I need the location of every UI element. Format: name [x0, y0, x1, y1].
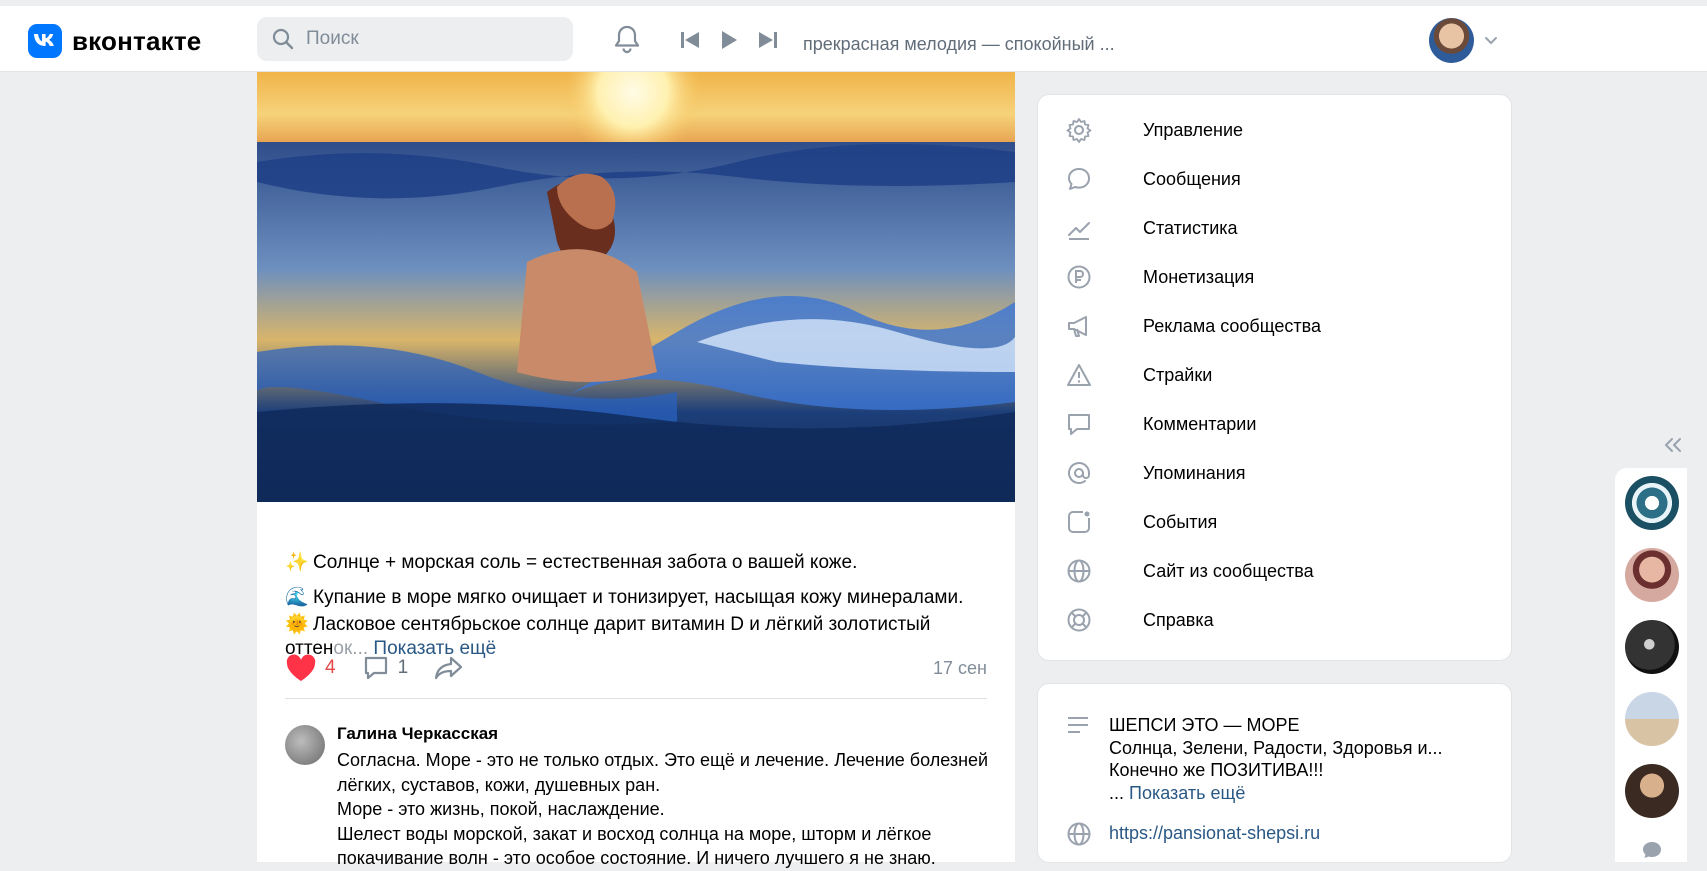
chat-avatar[interactable] — [1625, 692, 1679, 746]
post-text: Купание в море мягко очищает и тонизируе… — [313, 587, 964, 608]
menu-item-site[interactable]: Сайт из сообщества — [1066, 551, 1314, 591]
description-line: Конечно же ПОЗИТИВА!!! — [1109, 760, 1324, 780]
help-icon — [1067, 608, 1091, 632]
menu-label: Управление — [1143, 119, 1244, 140]
description-ellipsis: ... — [1109, 782, 1130, 803]
chat-avatar[interactable] — [1625, 764, 1679, 818]
comment-text: Согласна. Море - это не только отдых. Эт… — [337, 748, 997, 871]
menu-item-management[interactable]: Управление — [1066, 110, 1243, 150]
show-more-link[interactable]: Показать ещё — [1129, 783, 1245, 803]
bell-icon[interactable] — [613, 24, 641, 59]
menu-item-strikes[interactable]: Страйки — [1066, 355, 1212, 395]
menu-label: Справка — [1143, 609, 1214, 630]
next-track-icon[interactable] — [758, 31, 778, 49]
comment-line: Шелест воды морской, закат и восход солн… — [337, 823, 932, 844]
description-line: Солнца, Зелени, Радости, Здоровья и... — [1109, 737, 1443, 758]
menu-label: События — [1143, 511, 1218, 532]
menu-item-help[interactable]: Справка — [1066, 600, 1214, 640]
menu-label: Сообщения — [1143, 168, 1241, 189]
post-text-line: ✨ Солнце + морская соль = естественная за… — [285, 550, 857, 574]
track-title[interactable]: прекрасная мелодия — спокойный ... — [803, 34, 1115, 55]
menu-label: Статистика — [1143, 217, 1238, 238]
post-text-line: 🌞 Ласковое сентябрьское солнце дарит вита… — [285, 612, 930, 636]
menu-item-mentions[interactable]: Упоминания — [1066, 453, 1246, 493]
megaphone-icon — [1068, 316, 1087, 337]
menu-label: Реклама сообщества — [1143, 315, 1321, 336]
heart-icon — [286, 654, 316, 681]
community-website-link[interactable]: https://pansionat-shepsi.ru — [1109, 823, 1320, 844]
chevron-down-icon[interactable] — [1484, 36, 1498, 46]
warning-icon — [1067, 364, 1091, 386]
menu-item-events[interactable]: События — [1066, 502, 1217, 542]
comment-icon — [364, 656, 387, 680]
ruble-icon — [1067, 265, 1091, 289]
menu-item-statistics[interactable]: Статистика — [1066, 208, 1238, 248]
community-description: ШЕПСИ ЭТО — МОРЕ Солнца, Зелени, Радости… — [1109, 714, 1443, 804]
comment-count: 1 — [397, 657, 409, 678]
chat-avatar[interactable] — [1625, 476, 1679, 530]
menu-item-monetization[interactable]: Монетизация — [1066, 257, 1254, 297]
vk-logo-text: вконтакте — [72, 25, 202, 56]
post-photo[interactable] — [257, 72, 1015, 502]
post-text-line: 🌊 Купание в море мягко очищает и тонизиру… — [285, 585, 963, 609]
menu-label: Страйки — [1143, 364, 1213, 385]
events-icon — [1068, 511, 1090, 533]
comment-line: Море - это жизнь, покой, наслаждение. — [337, 799, 665, 819]
like-button[interactable]: 4 — [285, 654, 336, 682]
chart-icon — [1068, 222, 1090, 240]
post-card: ✨ Солнце + морская соль = естественная за… — [257, 72, 1015, 868]
post-actions: 4 1 17 сен — [285, 650, 987, 686]
sun-emoji: 🌞 — [285, 614, 309, 635]
globe-icon — [1067, 559, 1091, 583]
prev-track-icon[interactable] — [680, 31, 700, 49]
comment-line: лёгких, суставов, кожи, душевных ран. — [337, 774, 661, 795]
comment-author[interactable]: Галина Черкасская — [337, 724, 498, 744]
post-text: Ласковое сентябрьское солнце дарит витам… — [313, 614, 931, 635]
vk-logo[interactable]: вконтакте — [28, 24, 201, 58]
menu-item-messages[interactable]: Сообщения — [1066, 159, 1241, 199]
comment-icon — [1068, 414, 1090, 435]
vk-logo-icon — [28, 24, 62, 58]
collapse-icon[interactable] — [1663, 437, 1683, 453]
top-bar: вконтакте прекрасная мелодия — спокойный… — [0, 0, 1707, 72]
wave-emoji: 🌊 — [285, 587, 309, 608]
search-icon — [272, 28, 294, 50]
share-button[interactable] — [434, 655, 464, 681]
menu-label: Монетизация — [1143, 266, 1255, 287]
audio-player — [680, 30, 778, 50]
description-line: ШЕПСИ ЭТО — МОРЕ — [1109, 715, 1300, 735]
menu-label: Сайт из сообщества — [1143, 560, 1314, 581]
chat-icon[interactable] — [1641, 840, 1663, 860]
play-icon[interactable] — [720, 30, 738, 50]
post-text: Солнце + морская соль = естественная заб… — [313, 552, 858, 573]
search-input[interactable] — [304, 27, 558, 51]
comment-button[interactable]: 1 — [362, 654, 409, 682]
chat-avatar[interactable] — [1625, 620, 1679, 674]
at-icon — [1068, 462, 1090, 484]
message-icon — [1068, 168, 1090, 190]
comment-avatar[interactable] — [285, 725, 325, 765]
divider — [285, 698, 987, 699]
like-count: 4 — [325, 657, 336, 678]
search-box[interactable] — [257, 17, 573, 61]
menu-label: Упоминания — [1143, 462, 1246, 483]
community-info: ШЕПСИ ЭТО — МОРЕ Солнца, Зелени, Радости… — [1037, 683, 1512, 863]
comment-line: Согласна. Море - это не только отдых. Эт… — [337, 750, 989, 770]
post-date[interactable]: 17 сен — [933, 658, 987, 679]
chat-sidebar — [1615, 468, 1687, 862]
menu-item-comments[interactable]: Комментарии — [1066, 404, 1256, 444]
menu-label: Комментарии — [1143, 413, 1257, 434]
user-avatar[interactable] — [1429, 18, 1474, 63]
comment-line: покачивание волн - это особое состояние.… — [337, 848, 936, 868]
community-menu: Управление Сообщения Статистика Монетиза… — [1037, 94, 1512, 661]
menu-item-ads[interactable]: Реклама сообщества — [1066, 306, 1321, 346]
description-line: ... Показать ещё — [1109, 782, 1443, 805]
sparkles-emoji: ✨ — [285, 552, 309, 573]
gear-icon — [1066, 118, 1092, 143]
description-icon — [1068, 717, 1088, 733]
chat-avatar[interactable] — [1625, 548, 1679, 602]
globe-icon — [1067, 822, 1091, 846]
share-icon — [435, 656, 463, 680]
